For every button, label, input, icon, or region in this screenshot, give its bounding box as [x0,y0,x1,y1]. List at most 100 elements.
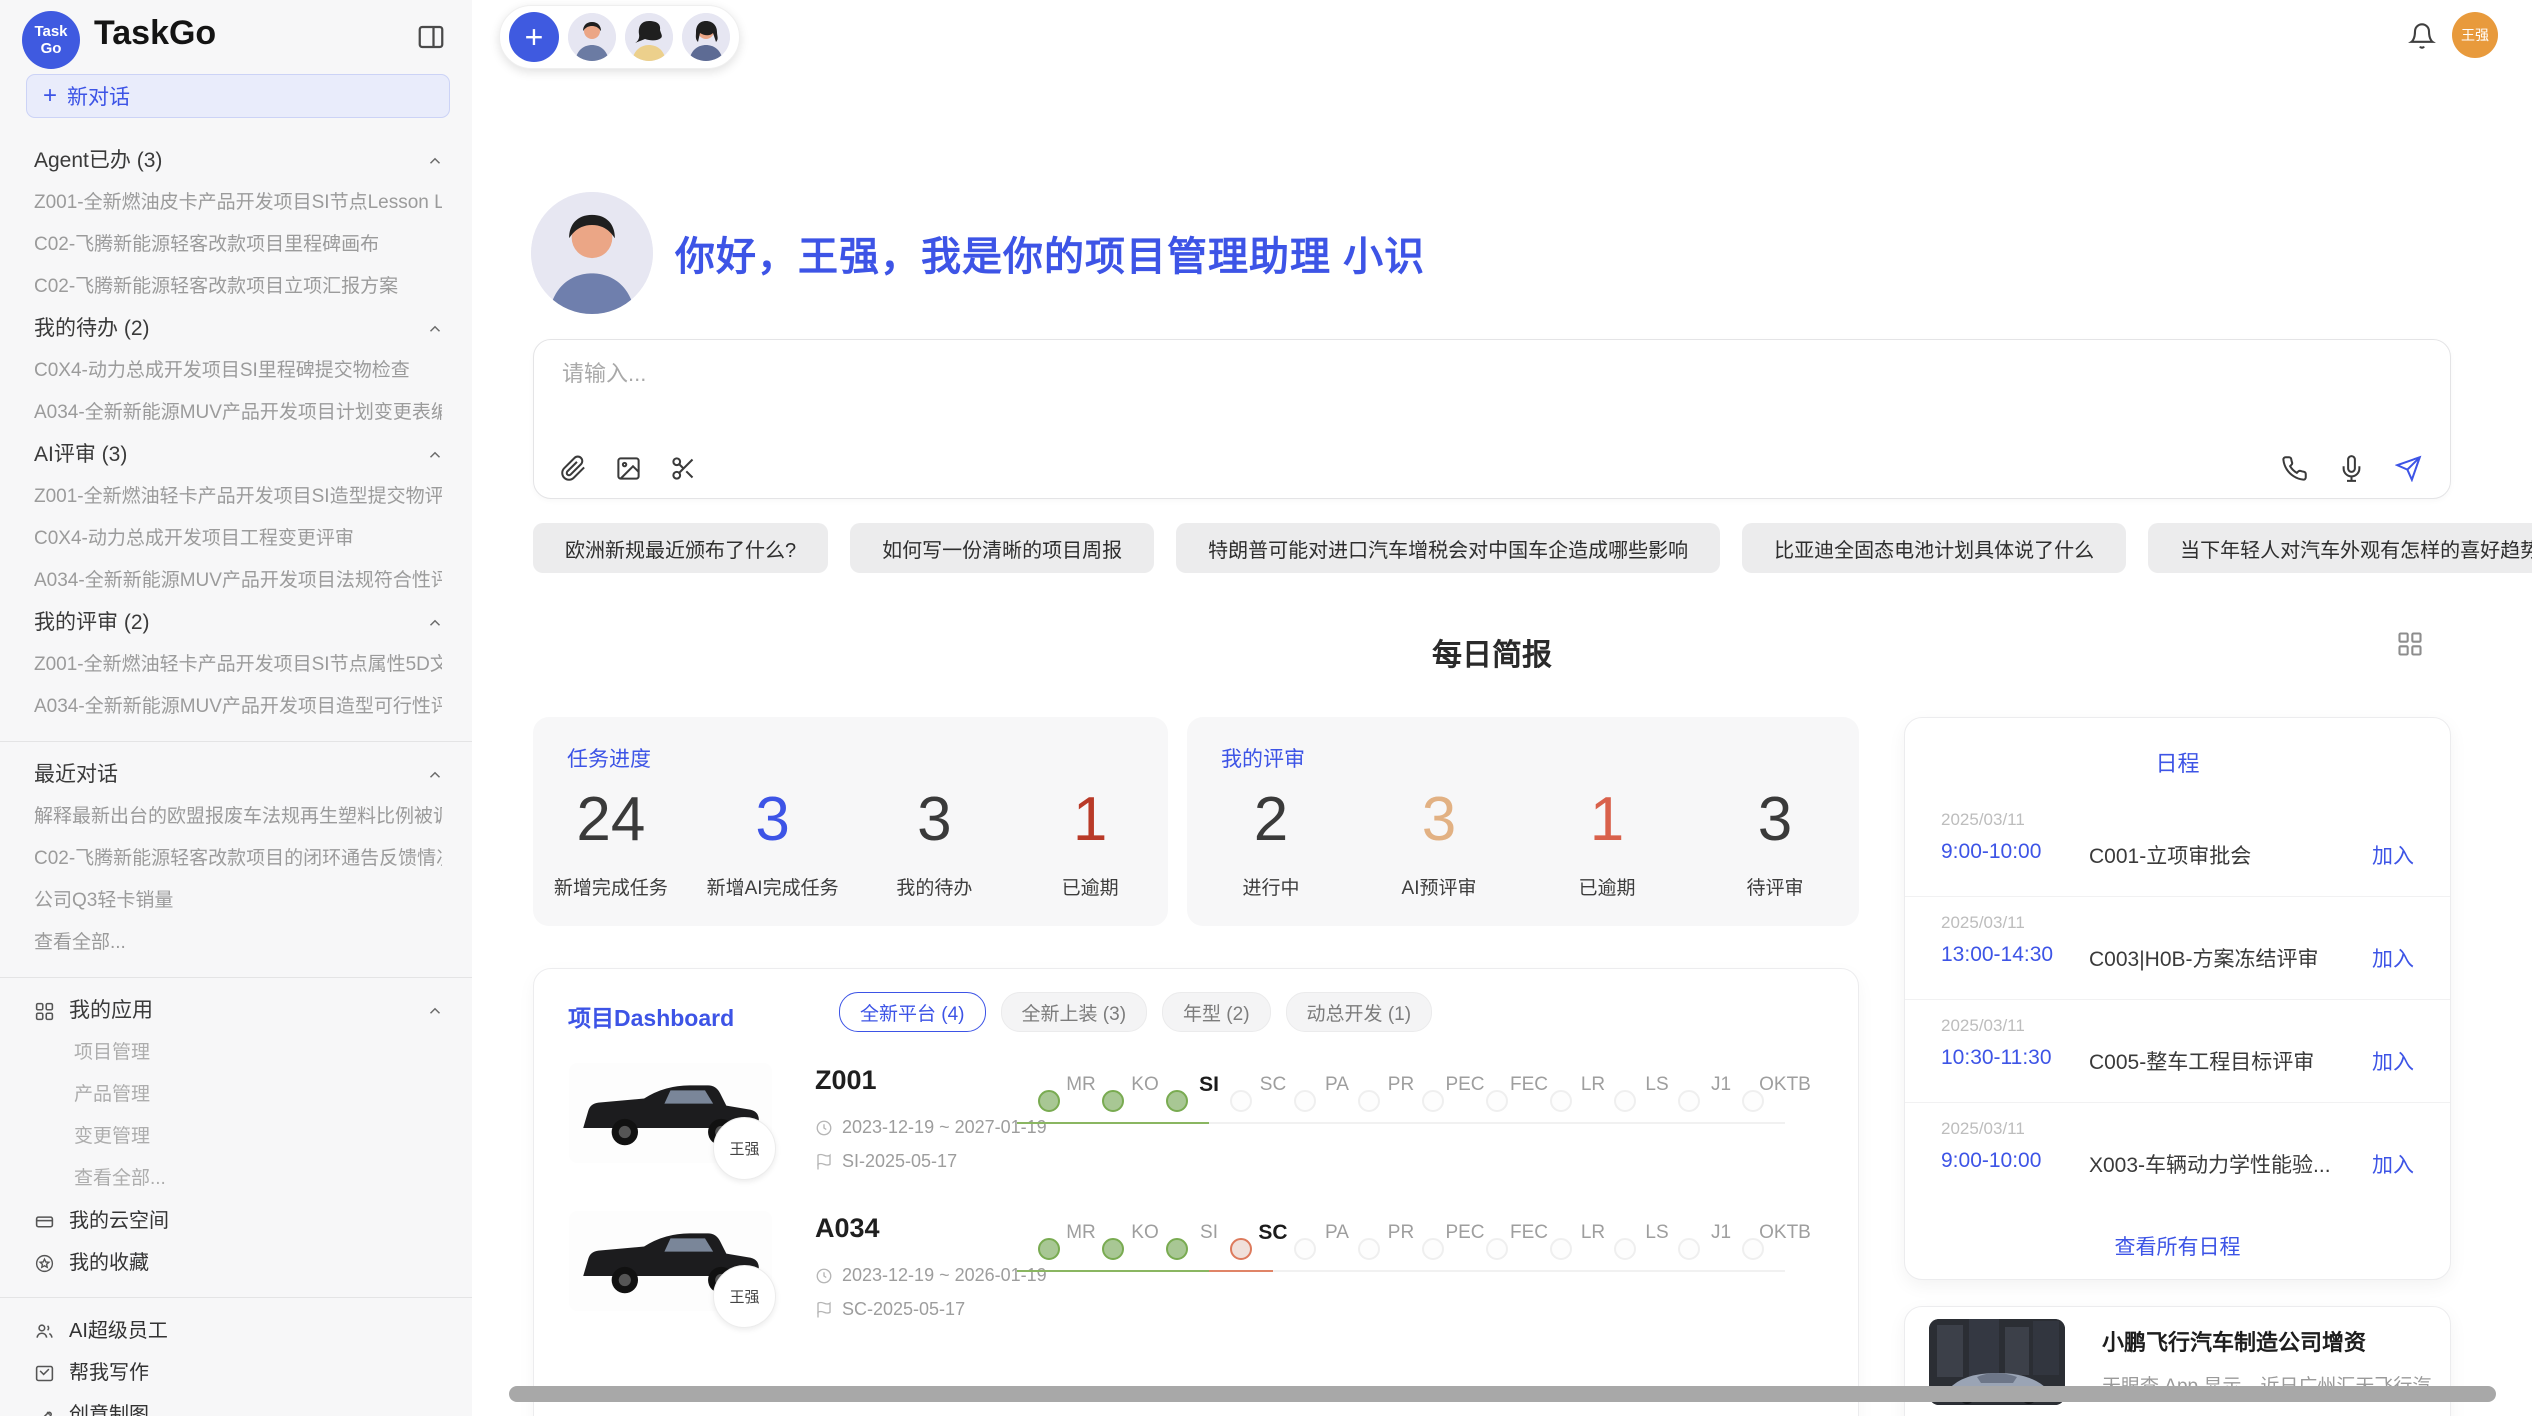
sidebar-app-item[interactable]: 变更管理 [0,1116,472,1158]
schedule-title: 日程 [1905,746,2450,778]
sidebar-row[interactable]: C02-飞腾新能源轻客改款项目里程碑画布 [0,224,472,266]
project-row[interactable]: 王强 A034 2023-12-19 ~ 2026-01-19 SC-2025-… [534,1201,1858,1349]
stat-value: 3 [874,779,994,861]
sidebar-item-my-apps[interactable]: 我的应用 [0,990,472,1032]
milestone-dot [1614,1238,1636,1260]
paperclip-icon[interactable] [560,455,587,482]
schedule-time: 13:00-14:30 [1941,943,2053,967]
suggestion-chip[interactable]: 特朗普可能对进口汽车增税会对中国车企造成哪些影响 [1176,523,1720,573]
chat-input[interactable] [560,360,1964,388]
greeting-block: 你好，王强，我是你的项目管理助理 小识 [531,192,1425,314]
my-review-title: 我的评审 [1221,743,1305,773]
stat-item: 3 待评审 [1715,779,1835,900]
phone-icon[interactable] [2281,455,2308,482]
sidebar-collapse-icon[interactable] [416,22,446,52]
daily-brief-title: 每日简报 [533,630,2451,674]
milestone-dot [1550,1238,1572,1260]
avatar[interactable] [568,13,616,61]
dashboard-tab[interactable]: 年型 (2) [1162,992,1271,1032]
join-link[interactable]: 加入 [2372,943,2414,973]
image-icon[interactable] [615,455,642,482]
sidebar-row[interactable]: Z001-全新燃油轻卡产品开发项目SI造型提交物评审 [0,476,472,518]
stat-value: 3 [1715,779,1835,861]
avatar[interactable] [682,13,730,61]
sidebar: Task Go TaskGo + 新对话 Agent已办 (3) [0,0,473,1416]
schedule-date: 2025/03/11 [1941,810,2025,830]
avatar[interactable] [625,13,673,61]
join-link[interactable]: 加入 [2372,840,2414,870]
sidebar-row[interactable]: 公司Q3轻卡销量 [0,880,472,922]
assistant-avatar [531,192,653,314]
schedule-entry: 2025/03/11 9:00-10:00 C001-立项审批会 加入 [1905,794,2450,897]
sidebar-row[interactable]: 解释最新出台的欧盟报废车法规再生塑料比例被调至15%... [0,796,472,838]
schedule-time: 10:30-11:30 [1941,1046,2052,1070]
sidebar-row[interactable]: Agent已办 (3) [0,140,472,182]
chevron-up-icon[interactable] [426,152,444,170]
dashboard-tab[interactable]: 动总开发 (1) [1286,992,1433,1032]
flag-icon [815,1301,833,1319]
sidebar-row[interactable]: Z001-全新燃油皮卡产品开发项目SI节点Lesson Learn报告 [0,182,472,224]
add-session-button[interactable]: + [509,12,559,62]
sidebar-row[interactable]: A034-全新新能源MUV产品开发项目造型可行性评审 [0,686,472,728]
schedule-event-title: C005-整车工程目标评审 [2089,1046,2314,1076]
sidebar-row[interactable]: A034-全新新能源MUV产品开发项目法规符合性评审 [0,560,472,602]
milestone-dot [1614,1090,1636,1112]
schedule-time: 9:00-10:00 [1941,840,2041,864]
sidebar-item-drawing[interactable]: 创意制图 [0,1394,472,1416]
chevron-up-icon[interactable] [426,446,444,464]
chevron-up-icon[interactable] [426,1002,444,1020]
chevron-up-icon[interactable] [426,766,444,784]
layout-grid-icon[interactable] [2396,630,2424,658]
join-link[interactable]: 加入 [2372,1149,2414,1179]
sidebar-row[interactable]: 我的待办 (2) [0,308,472,350]
sidebar-item-ai-staff[interactable]: AI超级员工 [0,1310,472,1352]
sidebar-row[interactable]: 我的评审 (2) [0,602,472,644]
sidebar-row[interactable]: 查看全部... [0,922,472,964]
dashboard-tab[interactable]: 全新平台 (4) [839,992,986,1032]
cloud-drive-icon [34,1211,55,1232]
task-progress-stats: 24 新增完成任务 3 新增AI完成任务 3 我的待办 1 [533,779,1168,900]
my-review-card: 我的评审 2 进行中 3 AI预评审 1 已逾期 [1187,717,1859,926]
milestone-timeline: MR KO SI [1049,1069,1817,1101]
join-link[interactable]: 加入 [2372,1046,2414,1076]
sidebar-row[interactable]: C0X4-动力总成开发项目工程变更评审 [0,518,472,560]
sidebar-item-favorites[interactable]: 我的收藏 [0,1242,472,1284]
new-chat-button[interactable]: + 新对话 [26,74,450,118]
horizontal-scrollbar[interactable] [509,1386,2496,1402]
milestone-dot [1294,1238,1316,1260]
sidebar-item-writing[interactable]: 帮我写作 [0,1352,472,1394]
sidebar-row[interactable]: AI评审 (3) [0,434,472,476]
chevron-up-icon[interactable] [426,614,444,632]
stat-value: 24 [551,779,671,861]
sidebar-item-cloud-space[interactable]: 我的云空间 [0,1200,472,1242]
milestone-dot [1486,1238,1508,1260]
user-avatar[interactable]: 王强 [2452,12,2498,58]
suggestion-chip[interactable]: 比亚迪全固态电池计划具体说了什么 [1742,523,2126,573]
sidebar-row[interactable]: 最近对话 [0,754,472,796]
microphone-icon[interactable] [2338,455,2365,482]
drawing-label: 创意制图 [69,1394,149,1416]
sidebar-row[interactable]: C02-飞腾新能源轻客改款项目立项汇报方案 [0,266,472,308]
view-all-schedule-link[interactable]: 查看所有日程 [1905,1231,2450,1261]
suggestion-chip[interactable]: 欧洲新规最近颁布了什么? [533,523,828,573]
sidebar-app-item[interactable]: 项目管理 [0,1032,472,1074]
sidebar-app-item[interactable]: 产品管理 [0,1074,472,1116]
project-row[interactable]: 王强 Z001 2023-12-19 ~ 2027-01-19 SI-2025-… [534,1053,1858,1201]
chevron-up-icon[interactable] [426,320,444,338]
milestone-dot [1486,1090,1508,1112]
send-icon[interactable] [2395,455,2422,482]
sidebar-row[interactable]: A034-全新新能源MUV产品开发项目计划变更表编写 [0,392,472,434]
sidebar-row[interactable]: C02-飞腾新能源轻客改款项目的闭环通告反馈情况 [0,838,472,880]
sidebar-row[interactable] [0,728,472,754]
dashboard-tab[interactable]: 全新上装 (3) [1001,992,1148,1032]
sidebar-app-item[interactable]: 查看全部... [0,1158,472,1200]
sidebar-row[interactable]: C0X4-动力总成开发项目SI里程碑提交物检查 [0,350,472,392]
milestone-dot [1422,1238,1444,1260]
my-apps-label: 我的应用 [69,990,153,1032]
scissors-icon[interactable] [670,455,697,482]
suggestion-chip[interactable]: 如何写一份清晰的项目周报 [850,523,1154,573]
notification-bell-icon[interactable] [2408,22,2436,50]
suggestion-chip[interactable]: 当下年轻人对汽车外观有怎样的喜好趋势 [2148,523,2532,573]
milestone-dot [1230,1090,1252,1112]
sidebar-row[interactable]: Z001-全新燃油轻卡产品开发项目SI节点属性5D文件评审 [0,644,472,686]
